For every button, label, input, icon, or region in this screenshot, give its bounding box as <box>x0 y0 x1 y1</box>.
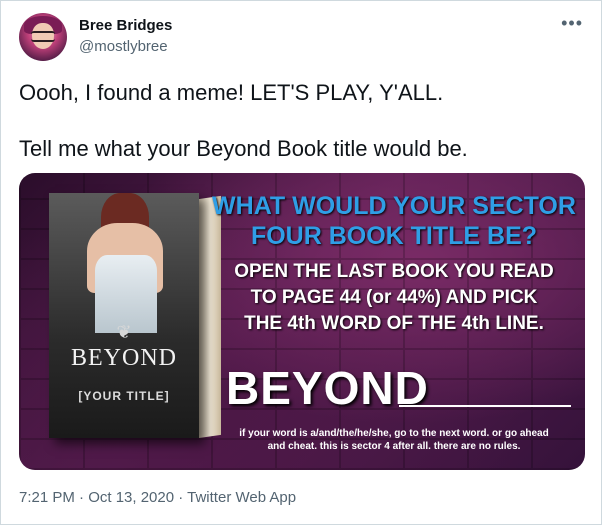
image-footnote: if your word is a/and/the/he/she, go to … <box>209 427 579 453</box>
footnote-line: if your word is a/and/the/he/she, go to … <box>239 428 549 439</box>
cover-figure <box>67 193 177 333</box>
author-name[interactable]: Bree Bridges <box>79 17 172 34</box>
book-subtitle: [YOUR TITLE] <box>78 389 170 403</box>
book-title: BEYOND <box>71 345 177 371</box>
instruction-line: THE 4th WORD OF THE 4th LINE. <box>244 313 544 334</box>
tweet-card: Bree Bridges @mostlybree ••• Oooh, I fou… <box>0 0 602 525</box>
headline-line: FOUR BOOK TITLE BE? <box>250 222 538 250</box>
instruction-line: OPEN THE LAST BOOK YOU READ <box>234 261 554 282</box>
image-headline: WHAT WOULD YOUR SECTOR FOUR BOOK TITLE B… <box>209 191 579 251</box>
instruction-line: TO PAGE 44 (or 44%) AND PICK <box>250 287 538 308</box>
image-instructions: OPEN THE LAST BOOK YOU READ TO PAGE 44 (… <box>209 259 579 337</box>
tweet-paragraph: Oooh, I found a meme! LET'S PLAY, Y'ALL. <box>19 80 444 105</box>
headline-line: WHAT WOULD YOUR SECTOR <box>212 192 576 220</box>
author-handle[interactable]: @mostlybree <box>79 38 168 55</box>
tweet-timestamp[interactable]: 7:21 PM · Oct 13, 2020 · Twitter Web App <box>19 489 296 506</box>
blank-line <box>399 405 571 407</box>
tweet-paragraph: Tell me what your Beyond Book title woul… <box>19 136 468 161</box>
avatar[interactable] <box>19 13 67 61</box>
ornament-icon: ❦ <box>116 321 132 342</box>
tweet-image[interactable]: ❦ BEYOND [YOUR TITLE] WHAT WOULD YOUR SE… <box>19 173 585 470</box>
footnote-line: and cheat. this is sector 4 after all. t… <box>267 441 521 452</box>
more-horizontal-icon[interactable]: ••• <box>561 13 583 34</box>
book-cover: ❦ BEYOND [YOUR TITLE] <box>49 193 199 438</box>
